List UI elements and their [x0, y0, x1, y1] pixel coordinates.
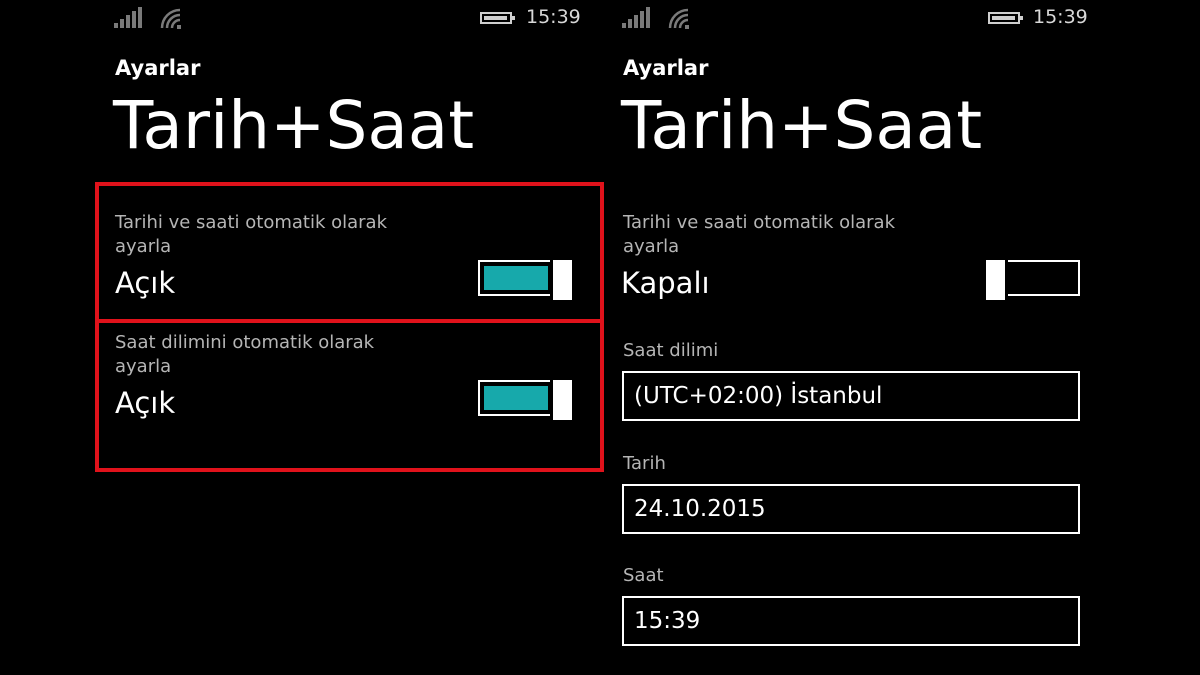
auto-timezone-toggle[interactable]	[478, 380, 572, 420]
toggle-knob	[550, 380, 572, 420]
toggle-fill	[484, 386, 548, 410]
auto-datetime-description: Tarihi ve saati otomatik olarak ayarla	[115, 212, 387, 257]
auto-datetime-description: Tarihi ve saati otomatik olarak ayarla	[623, 212, 895, 257]
auto-datetime-toggle[interactable]	[986, 260, 1080, 300]
battery-icon	[480, 12, 515, 24]
auto-datetime-toggle[interactable]	[478, 260, 572, 300]
auto-timezone-description: Saat dilimini otomatik olarak ayarla	[115, 332, 375, 377]
battery-icon	[988, 12, 1023, 24]
wifi-icon	[160, 8, 181, 29]
toggle-knob	[986, 260, 1008, 300]
left-screen: 15:39 Ayarlar Tarih+Saat Tarihi ve saati…	[0, 0, 604, 675]
date-label: Tarih	[623, 453, 666, 474]
app-name: Ayarlar	[623, 56, 709, 80]
page-title: Tarih+Saat	[113, 87, 475, 164]
signal-strength-icon	[622, 7, 650, 28]
right-screen: 15:39 Ayarlar Tarih+Saat Tarihi ve saati…	[600, 0, 1200, 675]
time-label: Saat	[623, 565, 664, 586]
timezone-select[interactable]: (UTC+02:00) İstanbul	[622, 371, 1080, 421]
time-picker[interactable]: 15:39	[622, 596, 1080, 646]
toggle-fill	[484, 266, 548, 290]
toggle-knob	[550, 260, 572, 300]
page-title: Tarih+Saat	[621, 87, 983, 164]
status-clock: 15:39	[526, 6, 581, 28]
timezone-label: Saat dilimi	[623, 340, 719, 361]
status-clock: 15:39	[1033, 6, 1088, 28]
app-name: Ayarlar	[115, 56, 201, 80]
date-picker[interactable]: 24.10.2015	[622, 484, 1080, 534]
auto-datetime-state: Açık	[115, 266, 176, 300]
auto-datetime-state: Kapalı	[621, 266, 710, 300]
auto-timezone-state: Açık	[115, 386, 176, 420]
signal-strength-icon	[114, 7, 142, 28]
wifi-icon	[668, 8, 689, 29]
